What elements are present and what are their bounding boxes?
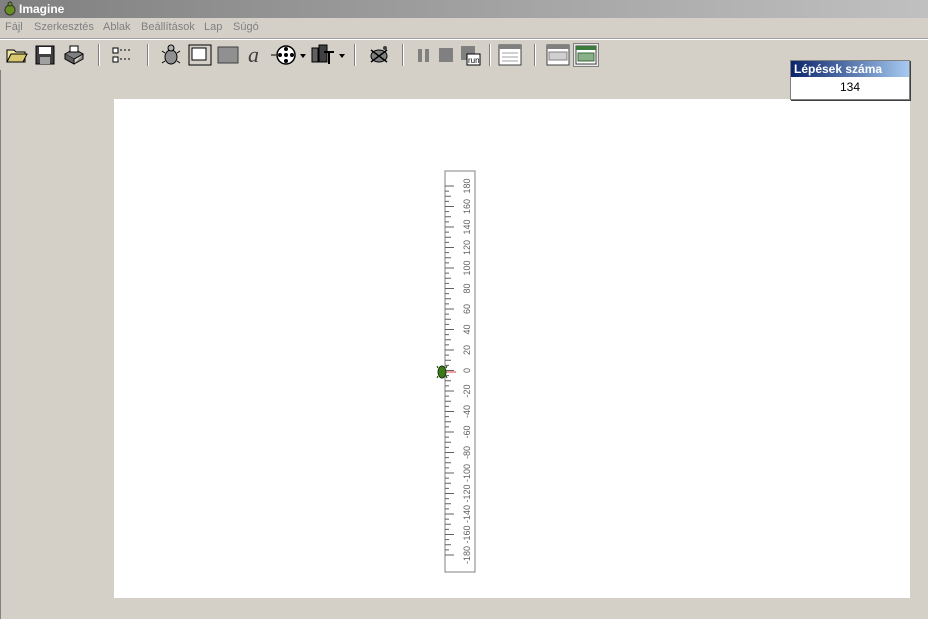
new-frame-button[interactable]	[187, 43, 213, 67]
ruler-tick-label: -100	[462, 464, 472, 482]
ruler-tick-label: -120	[462, 484, 472, 502]
chart-tool-icon	[311, 44, 345, 64]
toolbar-separator	[98, 44, 100, 66]
media-icon	[271, 45, 306, 65]
panel-icon	[546, 44, 570, 66]
ruler-tick-label: -20	[462, 384, 472, 397]
pause-button[interactable]	[413, 43, 433, 67]
toolbar-separator	[489, 44, 491, 66]
ruler-tick-label: -140	[462, 505, 472, 523]
svg-text:a: a	[248, 44, 259, 66]
new-rectangle-button[interactable]	[216, 43, 240, 67]
chart-tool-button[interactable]	[310, 43, 346, 67]
toolbar-separator	[147, 44, 149, 66]
window-title: Imagine	[19, 2, 65, 16]
drawing-page[interactable]	[114, 99, 910, 598]
new-text-button[interactable]: a	[244, 43, 266, 67]
stop-icon	[439, 48, 453, 62]
print-icon	[63, 45, 85, 65]
text-icon: a	[248, 44, 259, 66]
open-button[interactable]	[5, 43, 29, 67]
ruler-tick-label: 40	[462, 324, 472, 334]
turtle-icon	[161, 44, 181, 65]
ruler-tick-label: -160	[462, 525, 472, 543]
ruler-tick-label: -60	[462, 425, 472, 438]
toolbar-separator	[354, 44, 356, 66]
ruler-tick-label: 20	[462, 345, 472, 355]
ruler-tick-label: 120	[462, 240, 472, 255]
ruler: 180 160 140 120 100 80 60 40 20 0 -20 -40 -60 -80 -100…	[436, 170, 476, 573]
run-icon: run	[461, 46, 481, 66]
rectangle-icon	[217, 46, 239, 64]
ruler-tick-label: 0	[462, 368, 472, 373]
menu-bar: Fájl Szerkesztés Ablak Beállítások Lap S…	[0, 18, 928, 39]
menu-settings[interactable]: Beállítások	[141, 21, 195, 33]
ruler-tick-label: 180	[462, 178, 472, 193]
window-button[interactable]	[497, 43, 523, 67]
media-button[interactable]	[270, 43, 308, 67]
save-icon	[35, 45, 55, 65]
toolbar-separator	[402, 44, 404, 66]
menu-help[interactable]: Súgó	[233, 21, 259, 33]
save-button[interactable]	[33, 43, 57, 67]
step-counter-value: 134	[839, 80, 861, 94]
menu-window[interactable]: Ablak	[103, 21, 131, 33]
ruler-tick-label: -40	[462, 405, 472, 418]
menu-edit[interactable]: Szerkesztés	[34, 21, 94, 33]
ruler-tick-label: 100	[462, 260, 472, 275]
menu-page[interactable]: Lap	[204, 21, 222, 33]
new-turtle-button[interactable]	[159, 43, 183, 67]
toolbar: a run	[0, 39, 928, 71]
menu-file[interactable]: Fájl	[5, 21, 23, 33]
svg-text:run: run	[468, 56, 480, 65]
panel-active-icon	[575, 45, 597, 65]
toolbar-separator	[534, 44, 536, 66]
ruler-tick-label: -180	[462, 546, 472, 564]
pause-icon	[418, 49, 429, 62]
ruler-tick-label: -80	[462, 446, 472, 459]
page-layout-icon	[112, 47, 131, 63]
ruler-tick-label: 60	[462, 304, 472, 314]
wand-icon	[370, 46, 388, 63]
window-icon	[498, 44, 522, 66]
print-button[interactable]	[61, 43, 87, 67]
run-button[interactable]: run	[459, 43, 481, 67]
step-counter-label: Lépések száma	[791, 61, 909, 77]
magic-wand-button[interactable]	[366, 43, 392, 67]
stop-button[interactable]	[436, 43, 456, 67]
panel-button[interactable]	[545, 43, 571, 67]
title-bar: Imagine	[0, 0, 928, 18]
page-layout-button[interactable]	[111, 43, 133, 67]
ruler-tick-label: 80	[462, 283, 472, 293]
ruler-tick-label: 140	[462, 219, 472, 234]
frame-icon	[188, 44, 212, 66]
panel-active-button[interactable]	[573, 43, 599, 67]
app-icon	[4, 1, 16, 16]
open-folder-icon	[6, 49, 28, 63]
ruler-tick-label: 160	[462, 199, 472, 214]
step-counter-panel[interactable]: Lépések száma 134	[790, 60, 910, 100]
